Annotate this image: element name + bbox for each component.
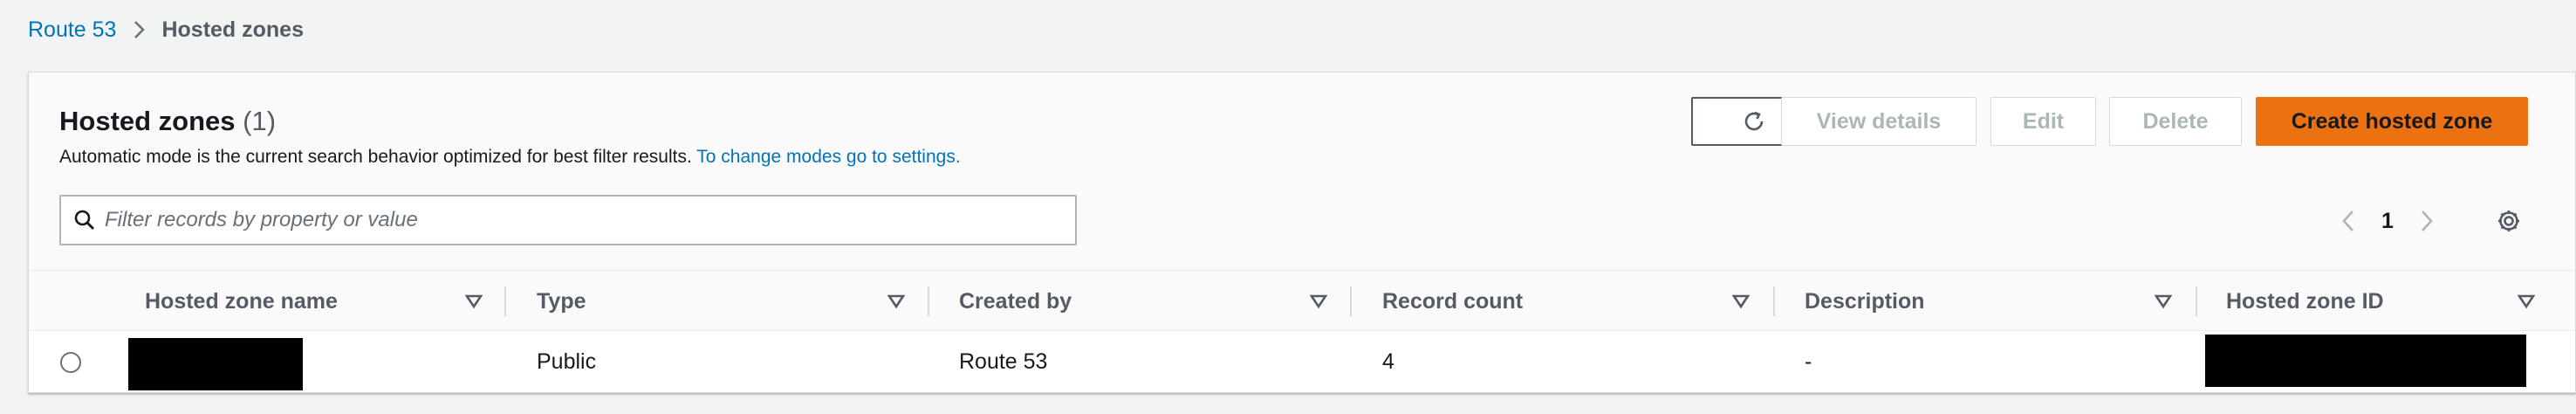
sort-down-icon[interactable] (1732, 293, 1750, 309)
search-filter (59, 195, 1077, 245)
sort-down-icon[interactable] (2155, 293, 2172, 309)
search-mode-text: Automatic mode is the current search beh… (59, 147, 692, 167)
sort-down-icon[interactable] (887, 293, 905, 309)
search-input[interactable] (105, 197, 1075, 244)
zone-count: (1) (243, 106, 277, 136)
sort-down-icon[interactable] (2518, 293, 2535, 309)
redacted-zone-name (128, 338, 303, 390)
hosted-zones-panel: Hosted zones (1) Automatic mode is the c… (28, 72, 2576, 393)
column-hosted-zone-id[interactable]: Hosted zone ID (2226, 271, 2384, 332)
column-type[interactable]: Type (537, 271, 586, 332)
breadcrumb-route53-link[interactable]: Route 53 (28, 17, 116, 43)
column-created-by[interactable]: Created by (959, 271, 1072, 332)
column-divider[interactable] (928, 286, 929, 316)
current-page[interactable]: 1 (2381, 209, 2394, 234)
chevron-left-icon[interactable] (2341, 210, 2355, 232)
search-icon (73, 209, 96, 231)
column-label: Record count (1382, 288, 1524, 314)
breadcrumb: Route 53 Hosted zones (28, 14, 304, 45)
cell-record-count: 4 (1382, 348, 1394, 374)
delete-button[interactable]: Delete (2109, 97, 2242, 146)
cell-type: Public (537, 348, 597, 374)
column-hosted-zone-name[interactable]: Hosted zone name (145, 271, 338, 332)
sort-down-icon[interactable] (465, 293, 483, 309)
column-divider[interactable] (1350, 286, 1352, 316)
column-divider[interactable] (504, 286, 506, 316)
settings-link[interactable]: To change modes go to settings. (696, 147, 960, 167)
search-mode-description: Automatic mode is the current search beh… (59, 147, 961, 168)
column-label: Hosted zone name (145, 288, 338, 314)
gear-icon[interactable] (2491, 204, 2526, 238)
column-label: Type (537, 288, 586, 314)
column-label: Created by (959, 288, 1072, 314)
column-label: Hosted zone ID (2226, 288, 2384, 314)
column-divider[interactable] (1773, 286, 1775, 316)
table-header: Hosted zone name Type Created by Record … (29, 270, 2575, 331)
column-label: Description (1805, 288, 1925, 314)
cell-description: - (1805, 348, 1812, 374)
view-details-button[interactable]: View details (1781, 97, 1977, 146)
breadcrumb-current: Hosted zones (161, 17, 304, 42)
column-divider[interactable] (2196, 286, 2197, 316)
row-select-radio[interactable] (60, 352, 81, 373)
table-row[interactable]: Public Route 53 4 - (29, 331, 2575, 392)
chevron-right-icon[interactable] (2420, 210, 2434, 232)
column-record-count[interactable]: Record count (1382, 271, 1523, 332)
chevron-right-icon (134, 20, 146, 39)
cell-created-by: Route 53 (959, 348, 1048, 374)
column-description[interactable]: Description (1805, 271, 1925, 332)
create-hosted-zone-button[interactable]: Create hosted zone (2256, 97, 2528, 146)
redacted-zone-id (2205, 335, 2526, 387)
edit-button[interactable]: Edit (1990, 97, 2096, 146)
refresh-icon (1741, 108, 1767, 135)
page-title: Hosted zones (1) (59, 106, 276, 137)
pagination: 1 (2341, 202, 2434, 240)
sort-down-icon[interactable] (1310, 293, 1327, 309)
page-title-text: Hosted zones (59, 106, 236, 136)
